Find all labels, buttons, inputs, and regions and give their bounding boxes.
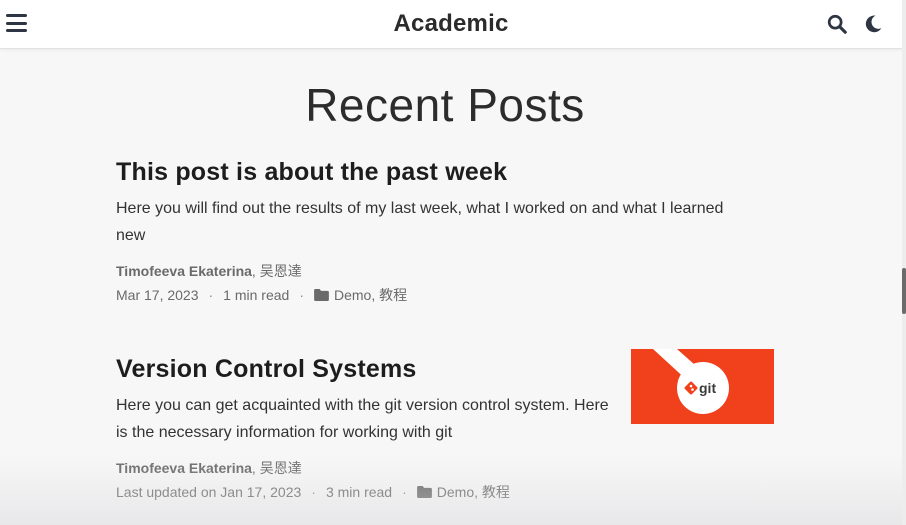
site-brand-container: Academic: [0, 10, 902, 38]
meta-separator: ·: [299, 287, 304, 303]
author-link[interactable]: Timofeeva Ekaterina: [116, 263, 252, 279]
post-categories: Demo, 教程: [436, 484, 510, 500]
post-authors: Timofeeva Ekaterina, 吴恩達: [116, 261, 756, 281]
post-summary[interactable]: Here you can get acquainted with the git…: [116, 392, 616, 446]
folder-icon: [314, 289, 329, 301]
author-link-secondary[interactable]: , 吴恩達: [252, 460, 302, 476]
page-title: Recent Posts: [305, 79, 585, 131]
category-link[interactable]: Demo: [334, 287, 371, 303]
search-icon[interactable]: [826, 13, 848, 35]
category-link[interactable]: 教程: [379, 287, 407, 303]
post-date: Mar 17, 2023: [116, 287, 199, 303]
scrollbar-track[interactable]: [902, 0, 906, 525]
author-link[interactable]: Timofeeva Ekaterina: [116, 460, 252, 476]
moon-icon[interactable]: [863, 13, 883, 35]
hamburger-menu-icon[interactable]: [6, 12, 28, 34]
git-logo-text: git: [699, 380, 716, 396]
category-link[interactable]: 教程: [482, 484, 510, 500]
post-authors: Timofeeva Ekaterina, 吴恩達: [116, 458, 616, 478]
post-meta: Mar 17, 2023 · 1 min read · Demo, 教程: [116, 285, 756, 305]
folder-icon: [416, 486, 432, 498]
top-navbar: Academic: [0, 0, 902, 49]
post-title-link[interactable]: This post is about the past week: [116, 157, 507, 187]
post-summary[interactable]: Here you will find out the results of my…: [116, 195, 756, 249]
meta-separator: ·: [311, 484, 316, 500]
meta-separator: ·: [402, 484, 407, 500]
reading-time: 3 min read: [325, 484, 393, 500]
git-logo-icon: git: [631, 349, 774, 424]
post-item: This post is about the past week Here yo…: [116, 157, 756, 305]
post-date: Last updated on Jan 17, 2023: [116, 484, 302, 500]
site-brand[interactable]: Academic: [394, 10, 509, 37]
reading-time: 1 min read: [223, 287, 290, 303]
post-title-link[interactable]: Version Control Systems: [116, 354, 417, 384]
post-item: Version Control Systems Here you can get…: [116, 354, 616, 502]
post-categories: Demo, 教程: [334, 287, 408, 303]
scrollbar-thumb[interactable]: [902, 268, 906, 314]
category-link[interactable]: Demo: [437, 484, 474, 500]
author-link-secondary[interactable]: , 吴恩達: [252, 263, 302, 279]
post-meta: Last updated on Jan 17, 2023 · 3 min rea…: [116, 482, 616, 502]
post-thumbnail[interactable]: git: [631, 349, 774, 424]
meta-separator: ·: [208, 287, 214, 303]
